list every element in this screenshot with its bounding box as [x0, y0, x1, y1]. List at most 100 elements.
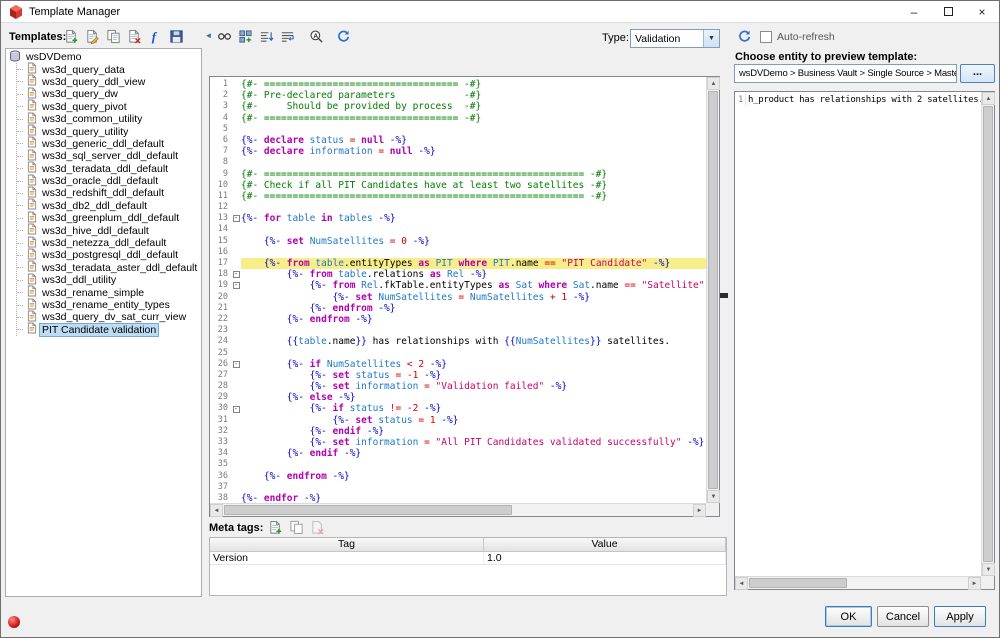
tree-item[interactable]: ws3d_query_dv_sat_curr_view	[17, 311, 201, 323]
tree-item[interactable]: ws3d_greenplum_ddl_default	[17, 212, 201, 224]
save-template-icon[interactable]	[166, 27, 186, 46]
code-line[interactable]: 7{%- declare information = null -%}	[210, 146, 706, 157]
add-meta-icon[interactable]	[265, 518, 285, 537]
fold-marker[interactable]: -	[231, 280, 241, 291]
meta-tags-table[interactable]: TagValueVersion1.0	[209, 537, 727, 596]
code-line[interactable]: 22 {%- endfrom -%}	[210, 314, 706, 325]
fold-marker[interactable]: -	[231, 403, 241, 414]
code-line[interactable]: 30- {%- if status != -2 -%}	[210, 403, 706, 414]
template-code-editor[interactable]: 1{#- ================================== …	[209, 76, 720, 517]
code-line[interactable]: 3{#- Should be provided by process -#}	[210, 101, 706, 112]
ok-button[interactable]: OK	[825, 606, 872, 627]
code-line[interactable]: 31 {%- set status = 1 -%}	[210, 415, 706, 426]
scroll-down-icon[interactable]: ▼	[982, 563, 995, 576]
code-line[interactable]: 13-{%- for table in tables -%}	[210, 213, 706, 224]
tree-item[interactable]: ws3d_generic_ddl_default	[17, 138, 201, 150]
code-line[interactable]: 12	[210, 202, 706, 213]
editor-horizontal-scrollbar[interactable]: ◄ ►	[210, 503, 706, 516]
delete-template-icon[interactable]	[124, 27, 144, 46]
refresh-icon[interactable]	[333, 27, 353, 46]
fold-marker[interactable]: -	[231, 213, 241, 224]
column-header[interactable]: Tag	[210, 538, 484, 551]
code-line[interactable]: 28 {%- set information = "Validation fai…	[210, 381, 706, 392]
tree-item[interactable]: ws3d_redshift_ddl_default	[17, 187, 201, 199]
code-line[interactable]: 14	[210, 224, 706, 235]
code-line[interactable]: 16	[210, 247, 706, 258]
preview-horizontal-scrollbar[interactable]: ◄ ►	[735, 576, 981, 589]
template-tree[interactable]: wsDVDemows3d_query_dataws3d_query_ddl_vi…	[5, 48, 202, 597]
cancel-button[interactable]: Cancel	[877, 606, 929, 627]
fold-marker[interactable]: -	[231, 269, 241, 280]
code-line[interactable]: 19- {%- from Rel.fkTable.entityTypes as …	[210, 280, 706, 291]
edit-meta-icon[interactable]	[286, 518, 306, 537]
scroll-up-icon[interactable]: ▲	[982, 92, 995, 105]
minimize-button[interactable]: –	[897, 1, 931, 23]
scrollbar-thumb[interactable]	[983, 106, 993, 562]
code-line[interactable]: 29 {%- else -%}	[210, 392, 706, 403]
code-line[interactable]: 32 {%- endif -%}	[210, 426, 706, 437]
scroll-left-icon[interactable]: ◄	[210, 504, 223, 517]
code-line[interactable]: 5	[210, 124, 706, 135]
collapse-left-panel-icon[interactable]: ◄	[203, 28, 214, 43]
scrollbar-thumb[interactable]	[708, 91, 718, 489]
tree-item[interactable]: ws3d_oracle_ddl_default	[17, 175, 201, 187]
code-line[interactable]: 2{#- Pre-declared parameters -#}	[210, 90, 706, 101]
tree-item[interactable]: ws3d_hive_ddl_default	[17, 224, 201, 236]
tree-item[interactable]: PIT Candidate validation	[17, 324, 201, 336]
tree-item[interactable]: ws3d_ddl_utility	[17, 274, 201, 286]
tree-item[interactable]: ws3d_db2_ddl_default	[17, 200, 201, 212]
scroll-left-icon[interactable]: ◄	[735, 577, 748, 590]
panel-splitter-handle[interactable]	[720, 293, 728, 298]
tree-item[interactable]: ws3d_teradata_ddl_default	[17, 163, 201, 175]
close-button[interactable]: ×	[965, 1, 999, 23]
editor-code-area[interactable]: 1{#- ================================== …	[210, 77, 706, 503]
chevron-down-icon[interactable]: ▼	[703, 30, 719, 47]
delete-meta-icon[interactable]	[307, 518, 327, 537]
tree-item[interactable]: ws3d_query_dw	[17, 88, 201, 100]
import-template-icon[interactable]: f	[145, 27, 165, 46]
tree-item[interactable]: ws3d_sql_server_ddl_default	[17, 150, 201, 162]
code-line[interactable]: 15 {%- set NumSatellites = 0 -%}	[210, 236, 706, 247]
tree-item[interactable]: ws3d_query_data	[17, 63, 201, 75]
editor-vertical-scrollbar[interactable]: ▲ ▼	[706, 77, 719, 503]
tree-item[interactable]: ws3d_query_utility	[17, 125, 201, 137]
table-row[interactable]: Version1.0	[210, 552, 726, 565]
preview-vertical-scrollbar[interactable]: ▲ ▼	[981, 92, 994, 576]
tree-item[interactable]: ws3d_postgresql_ddl_default	[17, 249, 201, 261]
code-line[interactable]: 1{#- ================================== …	[210, 79, 706, 90]
code-line[interactable]: 9{#- ===================================…	[210, 169, 706, 180]
code-line[interactable]: 4{#- ================================== …	[210, 113, 706, 124]
preview-output-panel[interactable]: 1h_product has relationships with 2 sate…	[734, 91, 995, 590]
syntax-check-icon[interactable]: A	[306, 27, 326, 46]
scroll-up-icon[interactable]: ▲	[707, 77, 720, 90]
entity-path-field[interactable]: wsDVDemo > Business Vault > Single Sourc…	[734, 64, 957, 83]
tree-item[interactable]: ws3d_query_ddl_view	[17, 76, 201, 88]
wrap-lines-icon[interactable]	[277, 27, 297, 46]
scrollbar-thumb[interactable]	[224, 505, 512, 515]
code-line[interactable]: 6{%- declare status = null -%}	[210, 135, 706, 146]
code-line[interactable]: 20 {%- set NumSatellites = NumSatellites…	[210, 292, 706, 303]
code-line[interactable]: 33 {%- set information = "All PIT Candid…	[210, 437, 706, 448]
code-line[interactable]: 11{#- ==================================…	[210, 191, 706, 202]
code-line[interactable]: 25	[210, 348, 706, 359]
code-line[interactable]: 34 {%- endif -%}	[210, 448, 706, 459]
code-line[interactable]: 21 {%- endfrom -%}	[210, 303, 706, 314]
code-line[interactable]: 38{%- endfor -%}	[210, 493, 706, 503]
code-line[interactable]: 17 {%- from table.entityTypes as PIT whe…	[210, 258, 706, 269]
tree-item[interactable]: ws3d_query_pivot	[17, 101, 201, 113]
code-line[interactable]: 18- {%- from table.relations as Rel -%}	[210, 269, 706, 280]
find-icon[interactable]	[214, 27, 234, 46]
code-line[interactable]: 23	[210, 325, 706, 336]
tree-item[interactable]: ws3d_rename_entity_types	[17, 299, 201, 311]
scrollbar-thumb[interactable]	[749, 578, 847, 588]
code-line[interactable]: 10{#- Check if all PIT Candidates have a…	[210, 180, 706, 191]
type-combobox[interactable]: Validation ▼	[630, 29, 720, 48]
apply-button[interactable]: Apply	[934, 606, 986, 627]
code-line[interactable]: 8	[210, 157, 706, 168]
fold-marker[interactable]: -	[231, 359, 241, 370]
tree-item[interactable]: ws3d_rename_simple	[17, 286, 201, 298]
browse-entity-button[interactable]: ...	[960, 64, 995, 83]
refresh-icon[interactable]	[734, 27, 754, 46]
code-line[interactable]: 24 {{table.name}} has relationships with…	[210, 336, 706, 347]
new-template-icon[interactable]	[61, 27, 81, 46]
